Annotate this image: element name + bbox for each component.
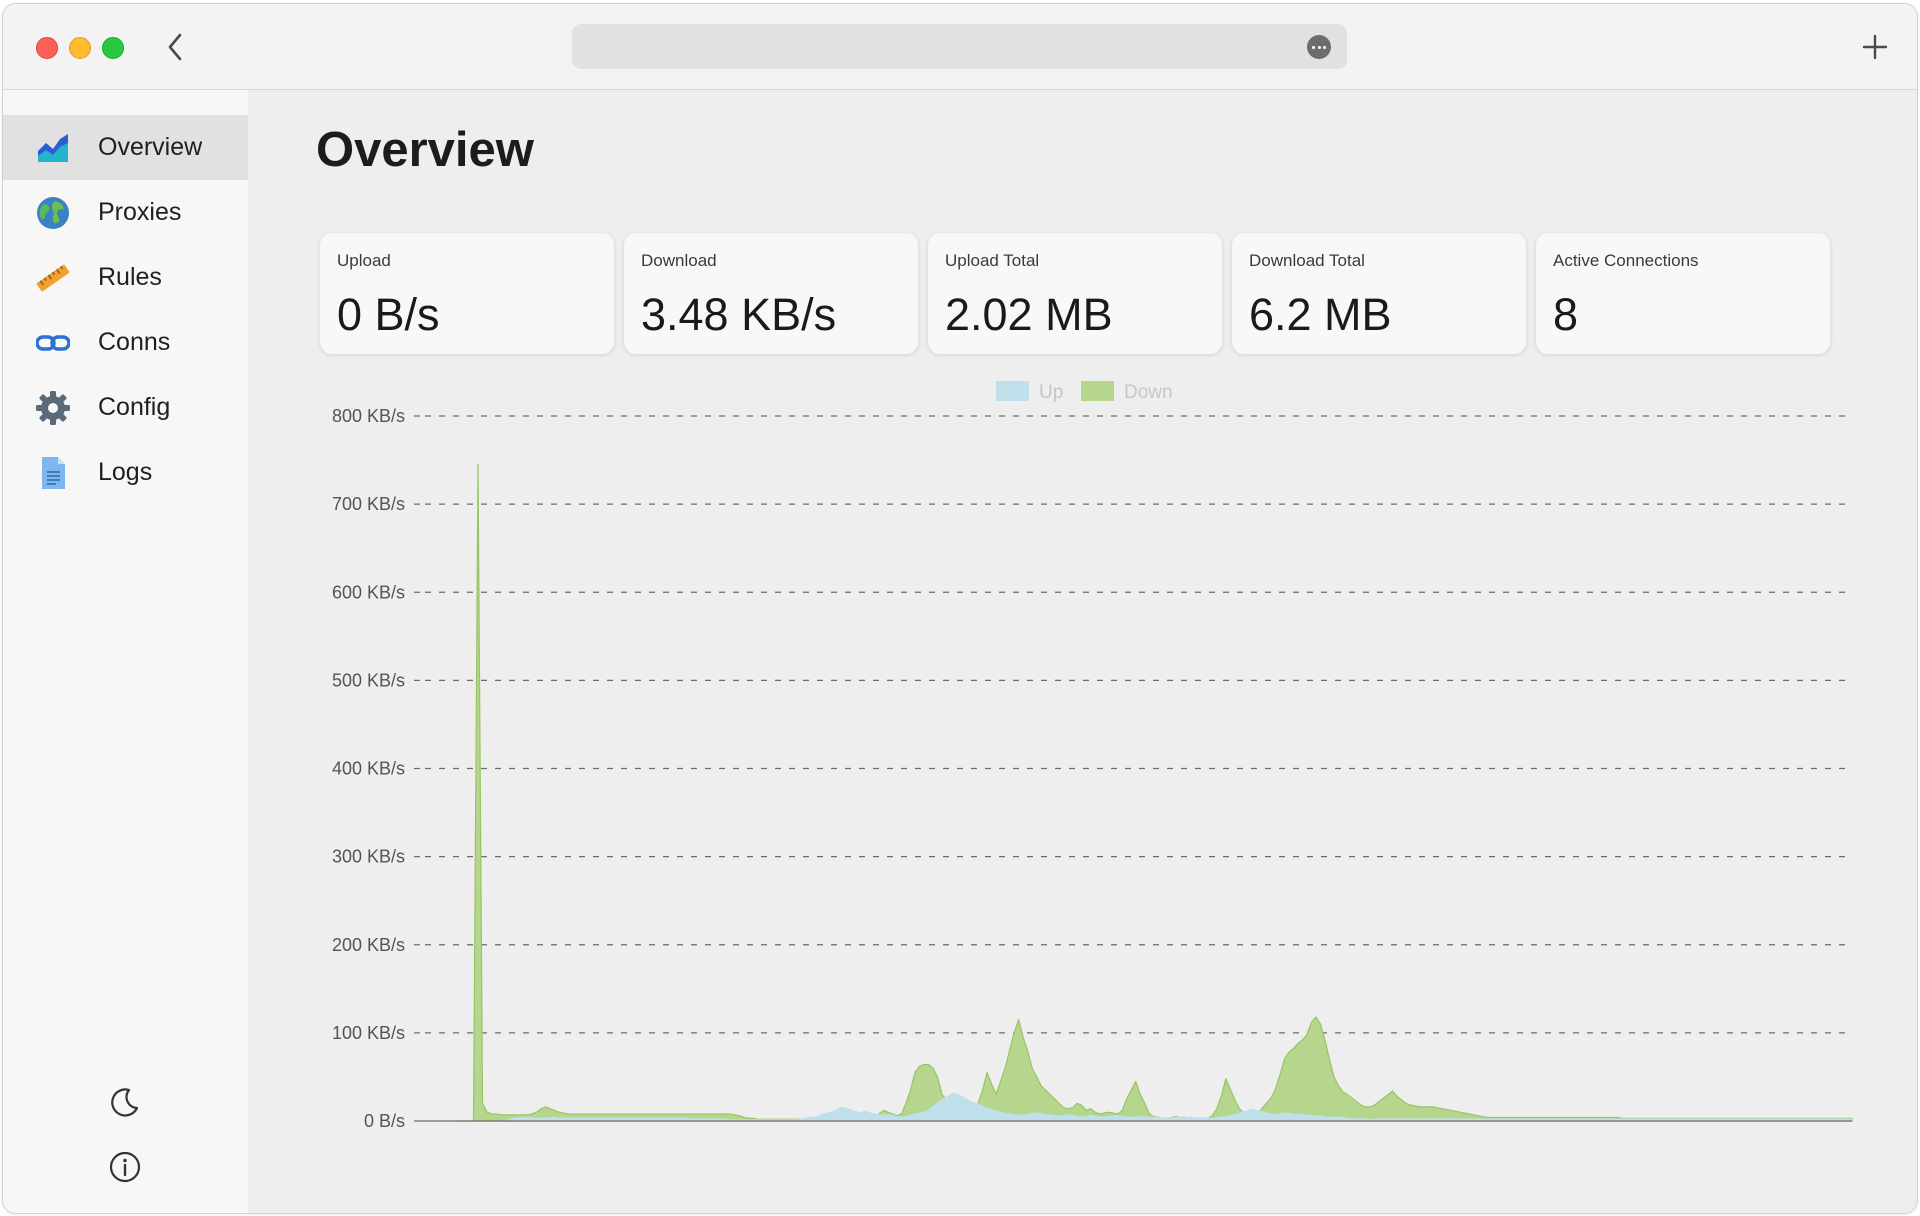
sidebar-item-proxies[interactable]: Proxies — [3, 180, 248, 245]
link-icon — [36, 335, 70, 351]
y-tick-label: 0 B/s — [364, 1111, 405, 1131]
sidebar-item-conns[interactable]: Conns — [3, 310, 248, 375]
traffic-chart: Up Down 0 B/s 100 KB/s 200 KB/s 300 KB/s 400 … — [248, 90, 1917, 1213]
chart-y-axis: 0 B/s 100 KB/s 200 KB/s 300 KB/s 400 KB/s 500… — [332, 406, 1852, 1131]
chart-grid — [425, 415, 1852, 1034]
ellipsis-circle-icon — [1311, 45, 1315, 49]
chart-area-icon — [38, 134, 68, 162]
series-area-down — [459, 463, 1853, 1122]
app-window: Overview Proxies Rules Conns Config Logs… — [2, 3, 1918, 1214]
main-content: Overview Upload 0 B/s Download 3.48 KB/s… — [248, 90, 1917, 1213]
y-tick-label: 600 KB/s — [332, 582, 405, 602]
ruler-icon — [36, 264, 70, 292]
sidebar-item-label: Rules — [98, 263, 162, 291]
y-tick-label: 100 KB/s — [332, 1023, 405, 1043]
info-icon — [109, 1151, 141, 1183]
traffic-chart-svg: Up Down 0 B/s 100 KB/s 200 KB/s 300 KB/s 400 … — [332, 381, 1853, 1131]
zoom-button[interactable] — [102, 37, 124, 59]
y-tick-label: 700 KB/s — [332, 494, 405, 514]
legend-swatch-down — [1081, 381, 1114, 401]
sidebar-item-label: Config — [98, 393, 171, 421]
y-tick-label: 500 KB/s — [332, 670, 405, 690]
about-button[interactable] — [109, 1151, 141, 1183]
sidebar-item-rules[interactable]: Rules — [3, 245, 248, 310]
legend-label-up: Up — [1039, 382, 1063, 403]
more-button[interactable] — [1307, 35, 1331, 59]
chevron-left-icon — [168, 33, 182, 61]
y-tick-label: 400 KB/s — [332, 759, 405, 779]
sidebar-item-overview[interactable]: Overview — [3, 115, 248, 180]
sidebar-item-label: Logs — [98, 458, 153, 486]
plus-icon — [1862, 34, 1888, 60]
sidebar-item-config[interactable]: Config — [3, 375, 248, 440]
moon-icon — [111, 1088, 139, 1117]
title-bar — [3, 4, 1917, 90]
chart-areas — [459, 463, 1853, 1122]
globe-icon — [37, 197, 69, 229]
sidebar-item-label: Overview — [98, 133, 203, 161]
y-tick-label: 200 KB/s — [332, 935, 405, 955]
chart-legend[interactable]: Up Down — [996, 381, 1173, 403]
back-button[interactable] — [161, 30, 191, 64]
sidebar-item-label: Proxies — [98, 198, 182, 226]
y-tick-label: 300 KB/s — [332, 847, 405, 867]
y-tick-label: 800 KB/s — [332, 406, 405, 426]
document-icon — [42, 457, 65, 489]
sidebar-item-label: Conns — [98, 328, 171, 356]
gear-icon — [36, 391, 70, 425]
close-button[interactable] — [36, 37, 58, 59]
legend-label-down: Down — [1124, 382, 1173, 403]
sidebar: Overview Proxies Rules Conns Config Logs — [3, 90, 248, 1213]
address-bar[interactable] — [572, 24, 1347, 69]
legend-swatch-up — [996, 381, 1029, 401]
minimize-button[interactable] — [69, 37, 91, 59]
new-tab-button[interactable] — [1860, 32, 1890, 62]
sidebar-item-logs[interactable]: Logs — [3, 440, 248, 505]
theme-toggle-button[interactable] — [109, 1086, 141, 1118]
